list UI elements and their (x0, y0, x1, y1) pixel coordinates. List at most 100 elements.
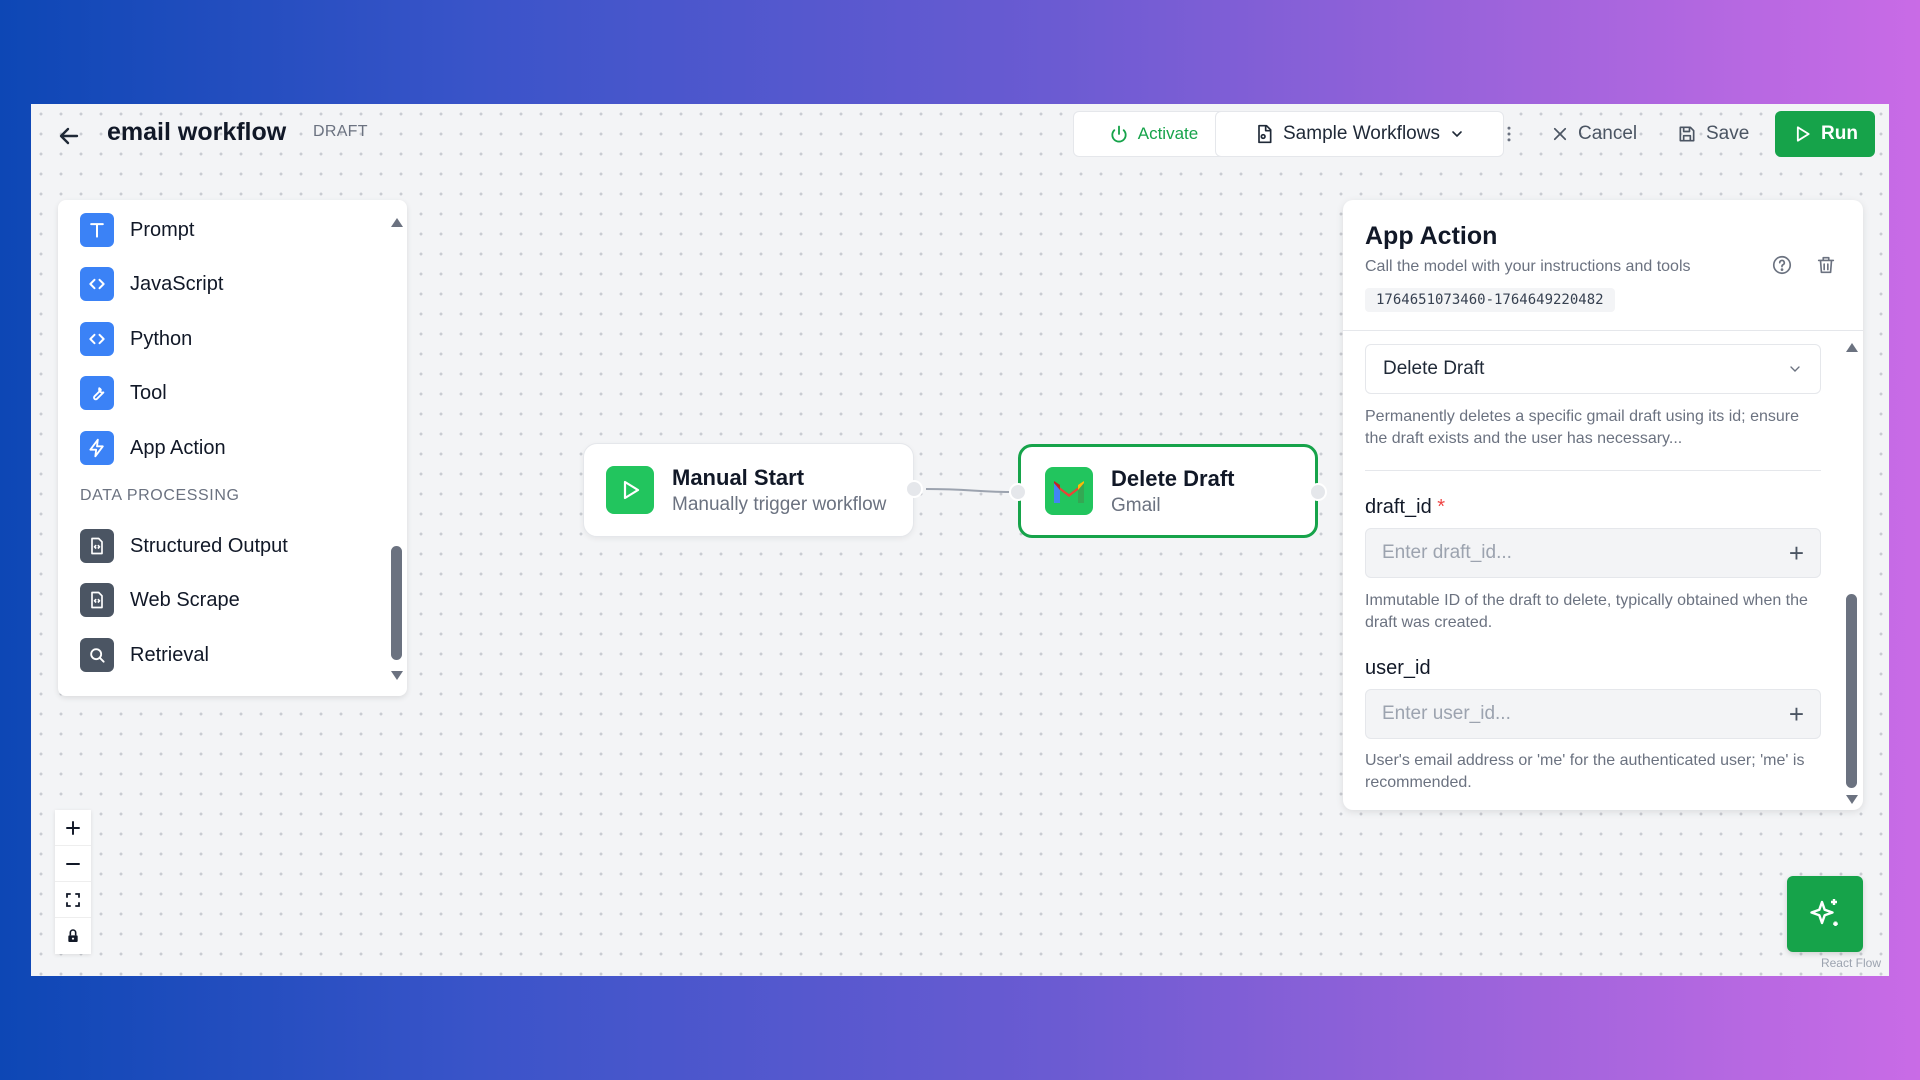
lock-button[interactable] (55, 918, 91, 954)
save-button[interactable]: Save (1677, 111, 1767, 157)
node-delete-draft[interactable]: Delete Draft Gmail (1009, 444, 1327, 538)
arrow-left-icon (59, 127, 79, 145)
user-id-field[interactable]: + (1365, 689, 1821, 739)
divider (1365, 470, 1821, 471)
code-icon (80, 322, 114, 356)
field-help-user-id: User's email address or 'me' for the aut… (1365, 752, 1805, 791)
scroll-down-arrow[interactable] (391, 671, 403, 680)
divider (1343, 330, 1863, 331)
more-options-button[interactable] (1493, 111, 1525, 157)
user-id-input[interactable] (1382, 703, 1762, 725)
wrench-icon (80, 376, 114, 410)
palette-item-label: Web Scrape (130, 588, 240, 611)
node-manual-start[interactable]: Manual Start Manually trigger workflow (583, 443, 923, 537)
help-circle-icon (1772, 255, 1792, 275)
output-handle[interactable] (905, 480, 923, 498)
zoom-in-button[interactable] (55, 810, 91, 846)
field-help-draft-id: Immutable ID of the draft to delete, typ… (1365, 592, 1808, 631)
scroll-up-arrow[interactable] (391, 218, 403, 227)
node-config-panel: App Action Call the model with your inst… (1343, 200, 1863, 810)
section-heading: DATA PROCESSING (80, 487, 240, 504)
zoom-out-button[interactable] (55, 846, 91, 882)
panel-subtitle: Call the model with your instructions an… (1365, 258, 1691, 275)
help-button[interactable] (1771, 254, 1795, 278)
code-icon (80, 267, 114, 301)
back-button[interactable] (53, 120, 85, 152)
minus-icon (66, 862, 80, 865)
bolt-icon (80, 431, 114, 465)
save-icon (1679, 126, 1695, 142)
plus-icon[interactable]: + (1789, 538, 1804, 569)
field-label-draft-id: draft_id * (1365, 496, 1446, 518)
node-id: 1764651073460-1764649220482 (1365, 288, 1615, 312)
more-vertical-icon (1507, 126, 1511, 142)
palette-item-label: Retrieval (130, 643, 209, 666)
scroll-up-arrow[interactable] (1846, 343, 1858, 352)
activate-button[interactable]: Activate (1073, 111, 1234, 157)
power-icon (1111, 125, 1127, 143)
fit-view-button[interactable] (55, 882, 91, 918)
file-cog-icon (1258, 124, 1272, 144)
chevron-down-icon (1790, 366, 1800, 372)
zoom-controls (55, 810, 91, 954)
palette-item-label: App Action (130, 436, 226, 459)
palette-item-tool[interactable]: Tool (80, 375, 167, 411)
chevron-down-icon (1452, 131, 1462, 138)
action-select[interactable]: Delete Draft (1365, 344, 1821, 394)
workflow-editor-window: email workflow DRAFT Activate Sample Wor… (31, 104, 1889, 976)
scroll-down-arrow[interactable] (1846, 795, 1858, 804)
node-title: Manual Start (672, 464, 805, 490)
workflow-title[interactable]: email workflow (107, 118, 286, 147)
text-icon (80, 213, 114, 247)
input-handle[interactable] (1009, 483, 1027, 501)
draft-id-input[interactable] (1382, 542, 1762, 564)
node-subtitle: Manually trigger workflow (672, 493, 887, 515)
close-icon (1553, 127, 1567, 141)
palette-item-label: Structured Output (130, 534, 288, 557)
gmail-icon (1045, 467, 1093, 515)
palette-item-javascript[interactable]: JavaScript (80, 266, 223, 302)
palette-item-app-action[interactable]: App Action (80, 430, 226, 466)
sparkles-icon (1810, 899, 1838, 926)
react-flow-attribution[interactable]: React Flow (1821, 956, 1881, 970)
draft-id-field[interactable]: + (1365, 528, 1821, 578)
palette-item-label: Tool (130, 381, 167, 404)
status-badge: DRAFT (313, 123, 368, 140)
palette-item-prompt[interactable]: Prompt (80, 212, 194, 248)
palette-item-python[interactable]: Python (80, 321, 192, 357)
output-handle[interactable] (1309, 483, 1327, 501)
palette-item-web-scrape[interactable]: Web Scrape (80, 582, 240, 618)
scrollbar-thumb[interactable] (1846, 594, 1857, 788)
palette-item-structured-output[interactable]: Structured Output (80, 528, 288, 564)
fit-view-icon (66, 892, 80, 907)
lock-icon (68, 929, 78, 942)
cancel-label: Cancel (1578, 123, 1638, 144)
palette-item-retrieval[interactable]: Retrieval (80, 637, 209, 673)
cancel-button[interactable]: Cancel (1551, 111, 1655, 157)
palette-item-label: Prompt (130, 218, 195, 241)
save-label: Save (1706, 123, 1750, 144)
ai-assistant-button[interactable] (1787, 876, 1863, 952)
document-icon (80, 529, 114, 563)
palette-item-label: Python (130, 327, 193, 350)
node-title: Delete Draft (1111, 465, 1235, 491)
panel-title: App Action (1365, 222, 1498, 250)
search-icon (80, 638, 114, 672)
plus-icon[interactable]: + (1789, 699, 1804, 730)
plus-icon (66, 820, 80, 835)
required-marker: * (1437, 496, 1446, 518)
sample-workflows-dropdown[interactable]: Sample Workflows (1215, 111, 1504, 157)
run-label: Run (1821, 123, 1858, 144)
play-icon (1796, 126, 1810, 142)
activate-label: Activate (1137, 124, 1199, 143)
run-button[interactable]: Run (1775, 111, 1875, 157)
scrollbar-thumb[interactable] (391, 546, 402, 660)
sample-workflows-label: Sample Workflows (1283, 123, 1440, 144)
palette-item-label: JavaScript (130, 272, 224, 295)
action-select-value: Delete Draft (1383, 358, 1485, 379)
node-subtitle: Gmail (1111, 494, 1161, 516)
trash-icon (1817, 256, 1835, 274)
document-icon (80, 583, 114, 617)
delete-node-button[interactable] (1815, 254, 1839, 278)
field-label-user-id: user_id (1365, 657, 1431, 679)
